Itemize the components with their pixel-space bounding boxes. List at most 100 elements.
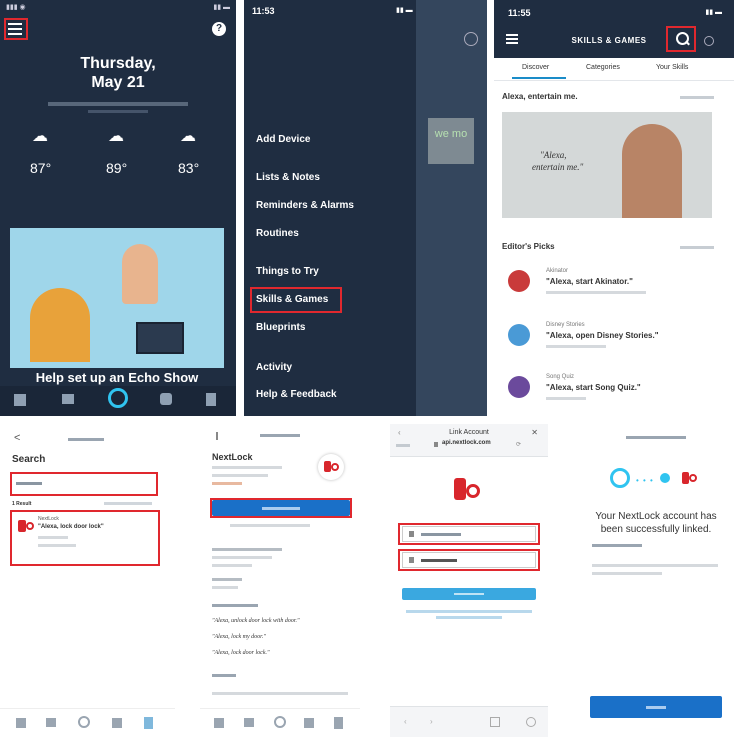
help-button[interactable]: ? (212, 22, 226, 36)
done-button[interactable] (590, 696, 722, 718)
sign-in-button[interactable] (402, 588, 536, 600)
skills-games-panel: 11:55 ▮▮ ▬ SKILLS & GAMES Discover Categ… (494, 0, 734, 416)
browser-safari-icon[interactable] (526, 717, 536, 727)
menu-item-blueprints[interactable]: Blueprints (256, 322, 305, 333)
nav-devices-icon[interactable] (334, 717, 343, 729)
connection-dots: • • • (636, 476, 654, 485)
pick-name: Akinator (546, 268, 569, 274)
menu-list: Add Device Lists & Notes Reminders & Ala… (244, 0, 416, 416)
success-detail-3 (592, 572, 662, 575)
date-label: May 21 (91, 74, 145, 91)
help-icon (464, 32, 478, 46)
hero-quote-1: "Alexa, (540, 150, 567, 160)
pick-meta (546, 397, 586, 400)
nav-communicate-icon[interactable] (46, 718, 56, 727)
nav-home-icon[interactable] (14, 394, 26, 406)
weather-row: ☁ ☁ ☁ 87° 89° 83° (0, 124, 236, 184)
nav-devices-icon[interactable] (144, 717, 153, 729)
success-detail-1 (592, 544, 642, 547)
result-sort[interactable] (104, 502, 152, 505)
nextlock-logo (318, 454, 344, 480)
pick-meta (546, 345, 606, 348)
nav-devices-icon[interactable] (206, 393, 216, 406)
link-graphic: • • • (604, 466, 708, 490)
nav-alexa-button[interactable] (108, 388, 128, 408)
back-button[interactable] (216, 432, 222, 440)
skill-info-4 (212, 564, 252, 567)
see-more-link-1[interactable] (680, 96, 714, 99)
skill-title: NextLock (212, 452, 253, 462)
menu-item-reminders-alarms[interactable]: Reminders & Alarms (256, 200, 354, 211)
tab-discover[interactable]: Discover (522, 64, 549, 71)
reload-icon[interactable]: ⟳ (516, 441, 521, 448)
menu-item-things-to-try[interactable]: Things to Try (256, 266, 319, 277)
nav-home-icon[interactable] (16, 718, 26, 728)
alexa-logo-icon (610, 468, 630, 488)
nav-play-icon[interactable] (112, 718, 122, 728)
highlight-skills-games (250, 287, 342, 313)
skill-info-5 (212, 578, 242, 581)
menu-item-activity[interactable]: Activity (256, 362, 292, 373)
done-button[interactable] (396, 444, 410, 447)
temp-next-day: 83° (178, 160, 200, 176)
bottom-nav (0, 386, 236, 416)
start-by-saying-label (212, 604, 258, 607)
nav-play-icon[interactable] (304, 718, 314, 728)
back-button[interactable]: < (14, 432, 20, 444)
tab-your-skills[interactable]: Your Skills (656, 64, 688, 71)
skills-header: 11:55 ▮▮ ▬ SKILLS & GAMES (494, 0, 734, 58)
forgot-link[interactable] (406, 610, 532, 613)
status-time: 11:55 (508, 8, 531, 18)
see-more-link-2[interactable] (680, 246, 714, 249)
cloud-sun-icon: ☁ (180, 128, 196, 145)
nav-home-icon[interactable] (214, 718, 224, 728)
entertain-hero-card[interactable]: "Alexa, entertain me." (502, 112, 712, 218)
url-bar: api.nextlock.com (442, 440, 491, 446)
forgot-link-2[interactable] (436, 616, 502, 619)
menu-item-lists-notes[interactable]: Lists & Notes (256, 172, 320, 183)
tab-categories[interactable]: Categories (586, 64, 620, 71)
more-icon[interactable] (704, 36, 714, 46)
status-bar-right: ▮▮ ▬ (213, 4, 230, 11)
menu-item-add-device[interactable]: Add Device (256, 134, 310, 145)
browser-share-icon[interactable] (490, 717, 500, 727)
pick-meta (546, 291, 646, 294)
browser-forward-icon[interactable]: › (430, 717, 433, 726)
sign-in-label (454, 593, 484, 595)
pick-item-akinator[interactable]: Akinator "Alexa, start Akinator." (502, 264, 722, 306)
check-icon (660, 473, 670, 483)
pick-quote: "Alexa, start Akinator." (546, 277, 633, 286)
close-button[interactable]: ✕ (531, 428, 538, 437)
nav-alexa-button[interactable] (78, 716, 90, 728)
bottom-nav (0, 708, 175, 737)
nav-alexa-button[interactable] (274, 716, 286, 728)
subtitle-blur (48, 102, 188, 106)
temp-today: 87° (30, 160, 52, 176)
nav-play-icon[interactable] (160, 393, 172, 405)
subtitle-blur-2 (88, 110, 148, 113)
highlight-search-input (10, 472, 158, 496)
nav-communicate-icon[interactable] (62, 394, 74, 404)
cloud-rain-icon: ☁ (32, 128, 48, 145)
echo-show-card[interactable]: Help set up an Echo Show (10, 228, 224, 388)
overlay-content: we mo (416, 0, 487, 416)
highlight-search (666, 26, 696, 52)
pick-item-song-quiz[interactable]: Song Quiz "Alexa, start Song Quiz." (502, 370, 722, 412)
nav-communicate-icon[interactable] (244, 718, 254, 727)
browser-back-icon[interactable]: ‹ (404, 717, 407, 726)
section-editors-picks: Editor's Picks (502, 242, 555, 251)
back-arrow-icon[interactable]: ‹ (398, 428, 401, 437)
link-account-title: Link Account (449, 429, 489, 436)
status-right-icons: ▮▮ ▬ (705, 9, 722, 16)
skill-info-2 (212, 548, 282, 551)
menu-item-help-feedback[interactable]: Help & Feedback (256, 389, 337, 400)
success-panel: • • • Your NextLock account has been suc… (578, 424, 734, 737)
skills-tabs: Discover Categories Your Skills (494, 58, 734, 81)
pick-item-disney[interactable]: Disney Stories "Alexa, open Disney Stori… (502, 318, 722, 360)
hamburger-icon[interactable] (506, 34, 518, 44)
person-illustration-2 (30, 288, 90, 362)
person-illustration-1 (122, 244, 158, 304)
menu-item-routines[interactable]: Routines (256, 228, 299, 239)
wemo-logo: we mo (428, 118, 474, 164)
echo-device-illustration (136, 322, 184, 354)
